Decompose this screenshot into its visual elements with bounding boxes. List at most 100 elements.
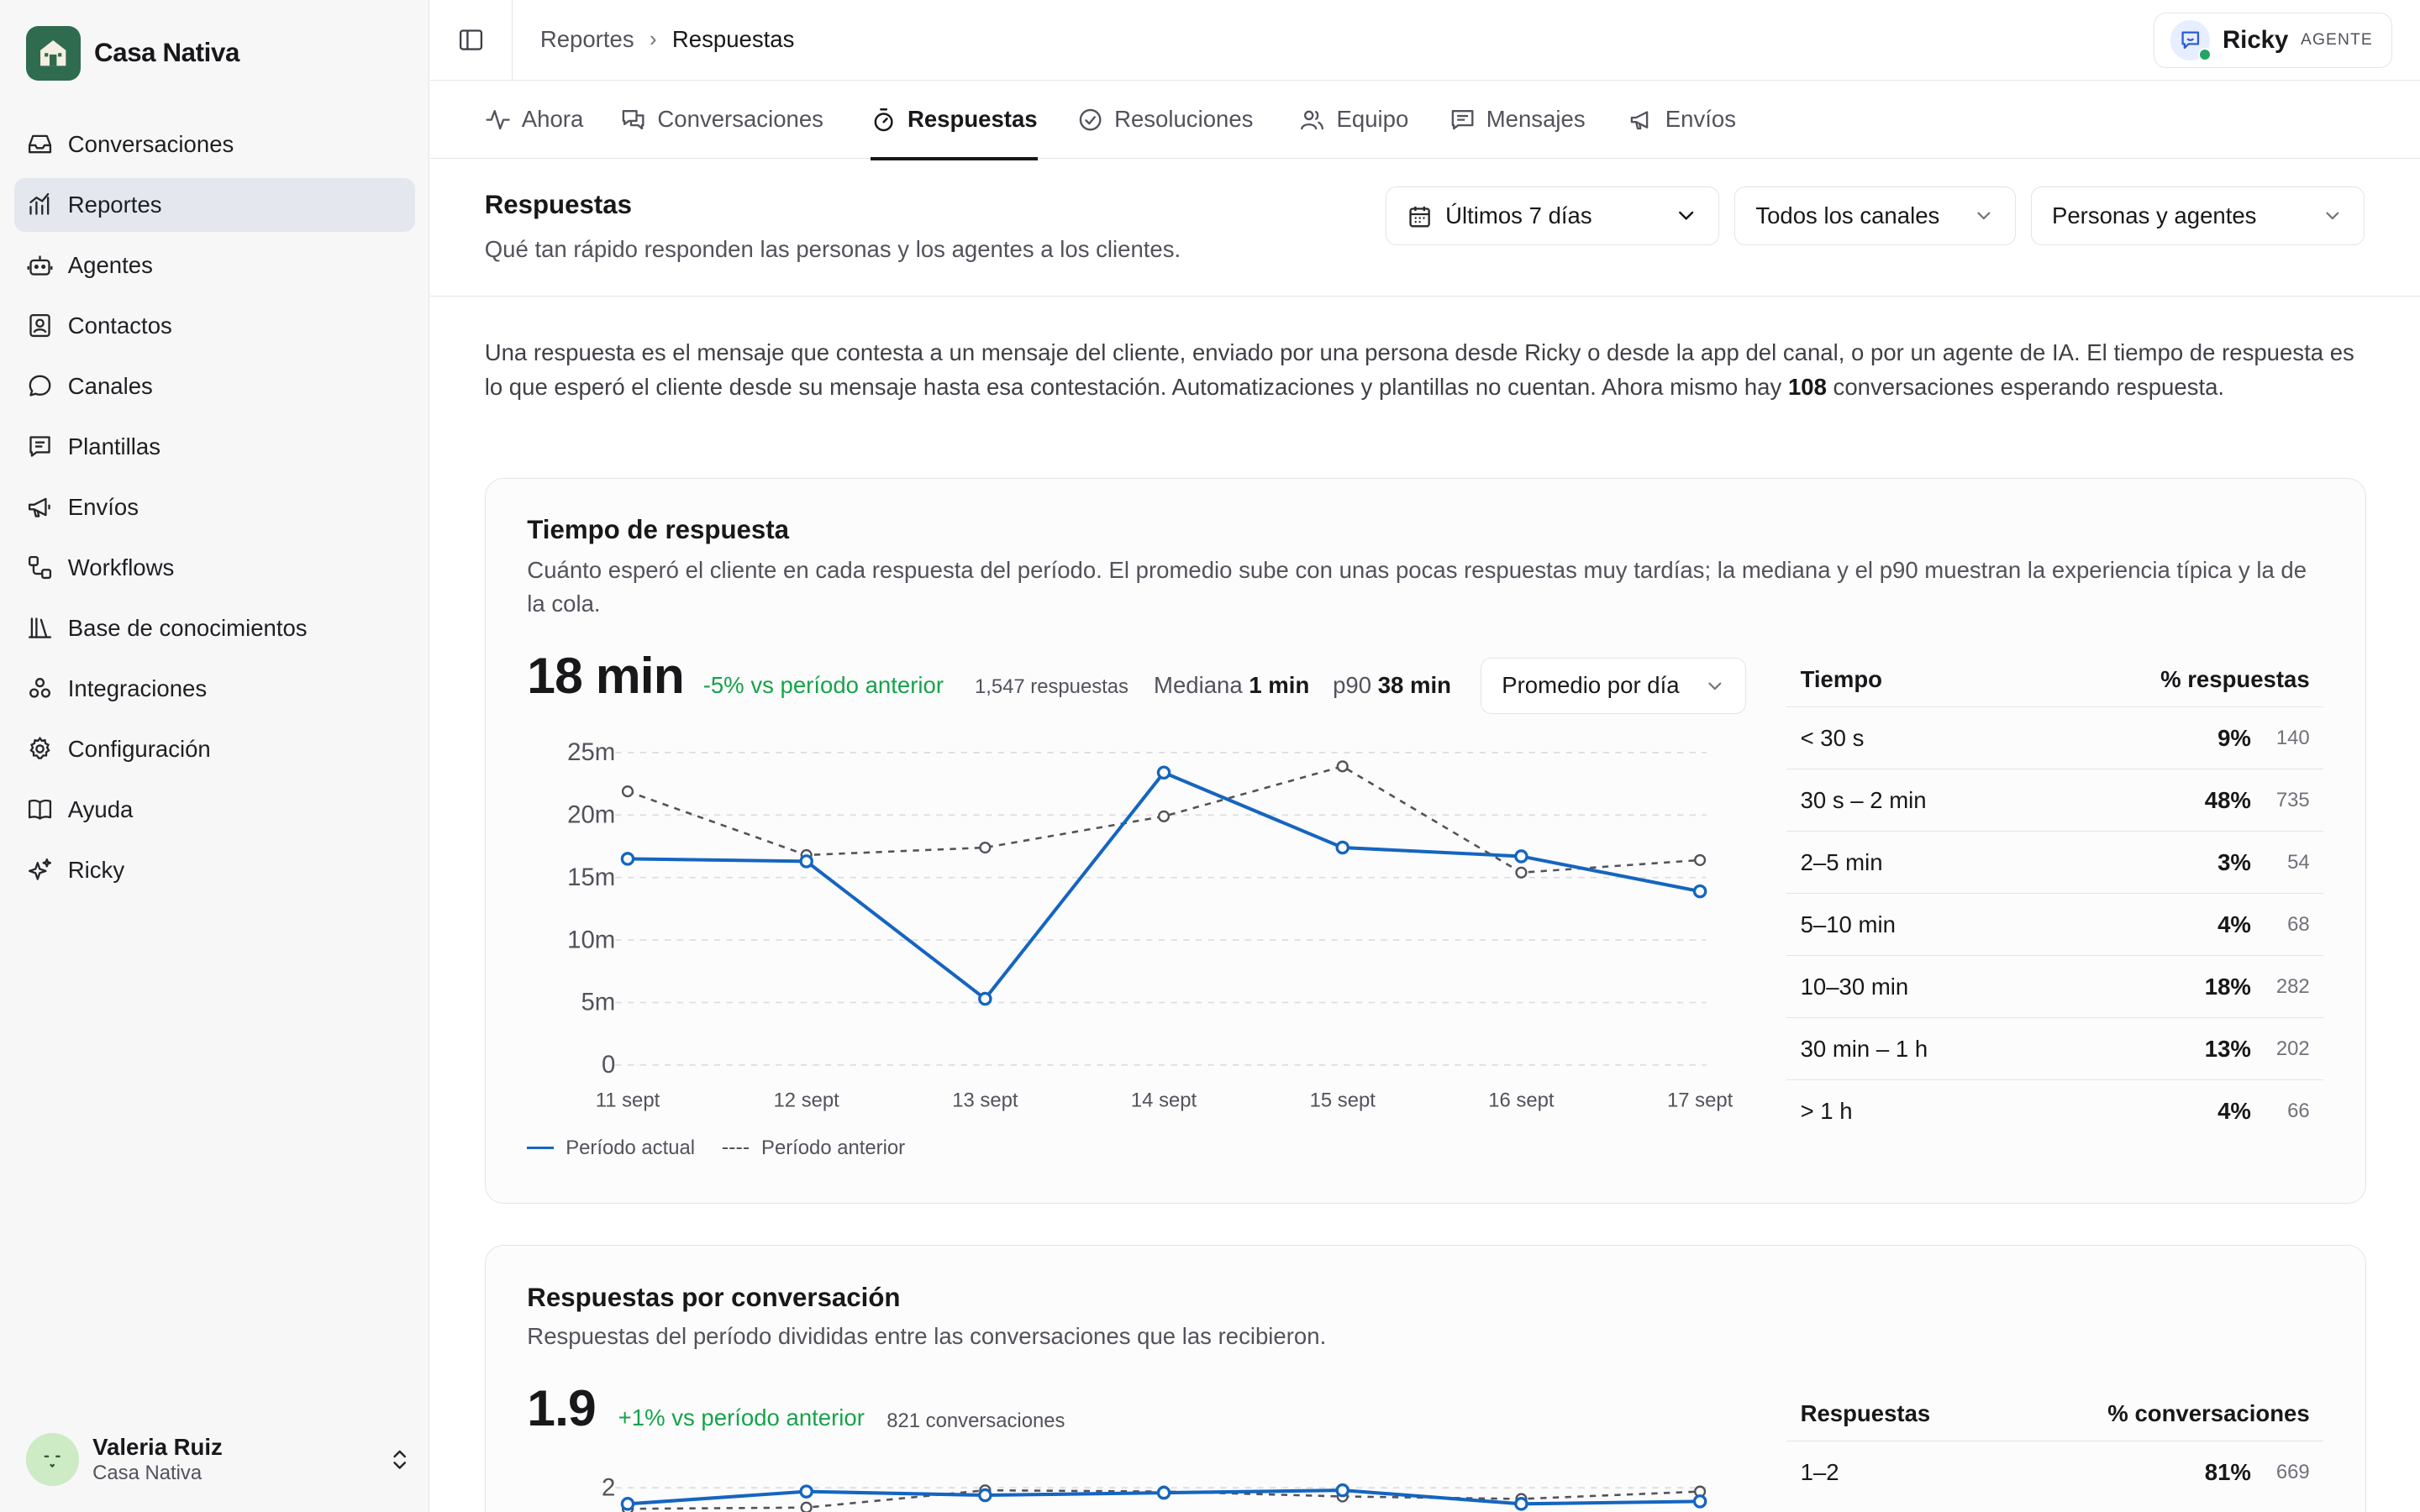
- median-value: 1 min: [1249, 671, 1310, 698]
- table-row: < 30 s 9% 140: [1786, 707, 2324, 770]
- row-pct: 4%: [2217, 1098, 2251, 1125]
- card-title: Respuestas por conversación: [527, 1283, 901, 1313]
- x-tick-label: 13 sept: [952, 1089, 1018, 1112]
- previous-period-point: [1515, 867, 1528, 879]
- row-label: 10–30 min: [1800, 973, 1909, 1000]
- chevron-down-icon: [1977, 212, 1991, 220]
- card-title: Tiempo de respuesta: [527, 514, 790, 544]
- tab-label: Ahora: [521, 106, 584, 133]
- row-label: 1–2: [1800, 1459, 1839, 1486]
- sidebar-item-workflows[interactable]: Workflows: [14, 540, 416, 594]
- aggregation-select[interactable]: Promedio por día: [1481, 658, 1747, 714]
- y-tick-label: 0: [602, 1051, 615, 1079]
- date-range-select[interactable]: Últimos 7 días: [1386, 186, 1720, 245]
- chart-legend: Período actual Período anterior: [527, 1137, 905, 1160]
- table-row: 2–5 min 3% 54: [1786, 832, 2324, 895]
- row-count: 202: [2275, 1037, 2310, 1060]
- row-label: > 1 h: [1800, 1098, 1853, 1125]
- tab-label: Equipo: [1336, 106, 1409, 133]
- current-period-point: [620, 1497, 634, 1511]
- current-period-point: [799, 854, 813, 869]
- sidebar-item-reportes[interactable]: Reportes: [13, 177, 416, 232]
- avg-responses-per-conversation: 1.9: [527, 1379, 596, 1437]
- sidebar-item-ricky[interactable]: Ricky: [14, 843, 416, 896]
- channel-select[interactable]: Todos los canales: [1734, 186, 2016, 245]
- x-tick-label: 12 sept: [773, 1089, 839, 1112]
- delta-badge: +1% vs período anterior: [618, 1404, 865, 1431]
- response-time-chart: 25m 20m 15m 10m 5m 0 11 sept 12 sept 13 sept 14 s…: [567, 739, 1733, 1112]
- current-period-point: [1513, 1497, 1528, 1511]
- sidebar-item-plantillas[interactable]: Plantillas: [14, 420, 416, 474]
- p90-value: 38 min: [1377, 671, 1451, 698]
- row-label: 30 min – 1 h: [1800, 1035, 1928, 1062]
- row-count: 66: [2287, 1100, 2310, 1123]
- current-period-point: [1335, 841, 1349, 855]
- sidebar-item-envios[interactable]: Envíos: [14, 480, 416, 533]
- row-label: < 30 s: [1800, 724, 1865, 751]
- row-count: 735: [2275, 788, 2310, 811]
- sidebar-item-base-de-conocimientos[interactable]: Base de conocimientos: [14, 601, 416, 654]
- table-row: 5–10 min 4% 68: [1786, 894, 2324, 957]
- sidebar-item-conversaciones[interactable]: Conversaciones: [14, 118, 416, 171]
- megaphone-icon: [1630, 111, 1648, 129]
- sidebar-item-canales[interactable]: Canales: [14, 360, 416, 413]
- user-menu[interactable]: Valeria Ruiz Casa Nativa: [26, 1429, 412, 1490]
- sidebar-item-label: Ricky: [67, 856, 125, 883]
- template-icon: [29, 436, 50, 457]
- aggregation-value: Promedio por día: [1502, 672, 1680, 699]
- previous-period-point: [621, 785, 634, 798]
- table-row: 10–30 min 18% 282: [1786, 956, 2324, 1019]
- brand[interactable]: Casa Nativa: [26, 26, 239, 81]
- chevron-down-icon: [2326, 212, 2339, 220]
- tab-mensajes[interactable]: Mensajes: [1449, 81, 1586, 160]
- user-name: Valeria Ruiz: [92, 1433, 223, 1460]
- col-tiempo: Tiempo: [1800, 665, 1883, 692]
- bot-icon: [27, 255, 53, 276]
- tab-ahora[interactable]: Ahora: [485, 81, 584, 160]
- p90-label: p90: [1333, 671, 1372, 698]
- legend-current-label: Período actual: [566, 1136, 696, 1159]
- sidebar-item-label: Workflows: [67, 554, 175, 580]
- card-subtitle: Respuestas del período divididas entre l…: [527, 1323, 1327, 1350]
- distribution-header: Respuestas % conversaciones: [1786, 1386, 2324, 1442]
- sidebar-toggle-button[interactable]: [430, 0, 513, 81]
- sidebar-item-configuracion[interactable]: Configuración: [14, 722, 416, 775]
- ricky-role-badge: AGENTE: [2301, 30, 2373, 49]
- breadcrumb-reportes[interactable]: Reportes: [540, 26, 634, 53]
- responder-select[interactable]: Personas y agentes: [2031, 186, 2365, 245]
- current-period-point: [1692, 1494, 1707, 1509]
- tab-respuestas[interactable]: Respuestas: [870, 81, 1038, 160]
- book-icon: [29, 799, 52, 820]
- avg-response-time: 18 min: [527, 646, 684, 704]
- user-org: Casa Nativa: [92, 1462, 203, 1485]
- x-tick-label: 17 sept: [1667, 1089, 1733, 1112]
- tab-label: Respuestas: [907, 106, 1038, 133]
- row-pct: 4%: [2217, 911, 2251, 937]
- activity-icon: [486, 109, 510, 129]
- date-range-value: Últimos 7 días: [1445, 202, 1592, 229]
- check-circle-icon: [1079, 108, 1102, 131]
- tab-equipo[interactable]: Equipo: [1299, 81, 1408, 160]
- tab-resoluciones[interactable]: Resoluciones: [1077, 81, 1253, 160]
- page-subtitle: Qué tan rápido responden las personas y …: [484, 236, 1181, 262]
- distribution-header: Tiempo % respuestas: [1786, 652, 2324, 708]
- sidebar-item-agentes[interactable]: Agentes: [14, 239, 416, 292]
- tab-conversaciones[interactable]: Conversaciones: [620, 81, 823, 160]
- chart-icon: [29, 193, 50, 215]
- chevrons-up-down-icon[interactable]: [387, 1447, 412, 1472]
- sidebar-item-label: Ayuda: [67, 795, 134, 822]
- legend-previous-swatch: [723, 1147, 750, 1149]
- sidebar-item-label: Canales: [67, 372, 153, 399]
- sidebar-item-label: Plantillas: [67, 433, 161, 459]
- ricky-agent-button[interactable]: Ricky AGENTE: [2154, 12, 2392, 68]
- sidebar-item-ayuda[interactable]: Ayuda: [14, 782, 416, 836]
- row-count: 140: [2275, 726, 2310, 749]
- sidebar-item-integraciones[interactable]: Integraciones: [14, 661, 416, 715]
- tab-label: Conversaciones: [657, 106, 823, 133]
- row-pct: 13%: [2204, 1035, 2251, 1062]
- previous-period-point: [1157, 811, 1170, 823]
- table-row: 30 min – 1 h 13% 202: [1786, 1018, 2324, 1081]
- avatar: [26, 1433, 79, 1486]
- tab-envios[interactable]: Envíos: [1628, 81, 1736, 160]
- sidebar-item-contactos[interactable]: Contactos: [14, 299, 416, 353]
